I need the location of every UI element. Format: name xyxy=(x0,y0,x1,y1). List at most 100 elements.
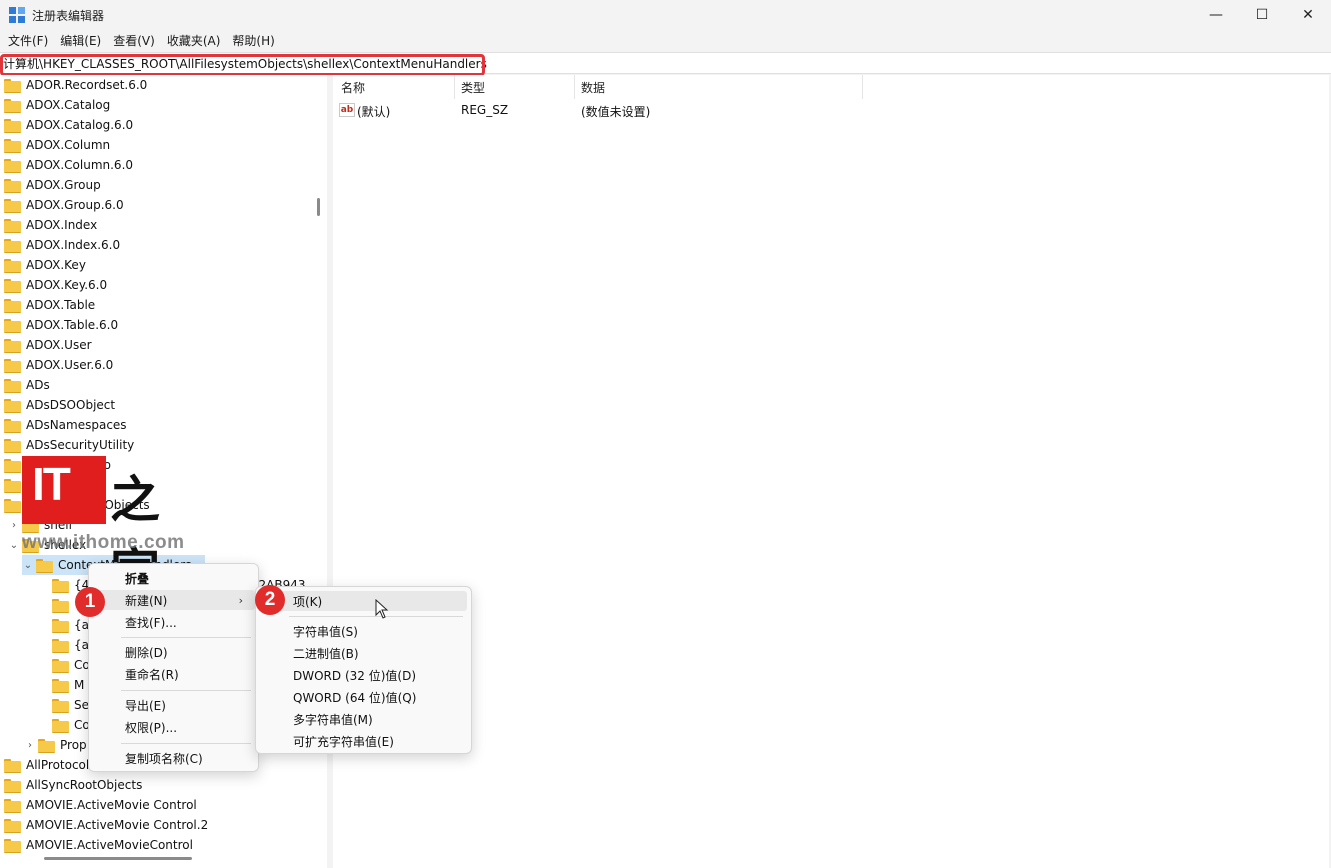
menu-item-export[interactable]: 导出(E) xyxy=(93,695,255,715)
close-button[interactable]: ✕ xyxy=(1285,0,1331,30)
tree-item-label: ADOX.Catalog xyxy=(26,98,111,112)
tree-item[interactable]: ADsNamespaces xyxy=(4,415,127,435)
value-type: REG_SZ xyxy=(461,103,509,117)
tree-item[interactable]: ADOX.Group.6.0 xyxy=(4,195,124,215)
folder-icon xyxy=(4,778,21,793)
menu-file[interactable]: 文件(F) xyxy=(2,31,54,51)
tree-item[interactable]: AMOVIE.ActiveMovieControl xyxy=(4,835,193,855)
tree-item[interactable]: ADOX.Key.6.0 xyxy=(4,275,107,295)
menu-item-permissions[interactable]: 权限(P)... xyxy=(93,717,255,737)
submenu-item-binary-value[interactable]: 二进制值(B) xyxy=(260,643,467,663)
menu-separator xyxy=(121,743,251,744)
tree-item[interactable]: ADOX.Table xyxy=(4,295,95,315)
tree-item[interactable]: Co xyxy=(52,715,90,735)
menu-separator xyxy=(121,637,251,638)
tree-item-label: ADOX.User xyxy=(26,338,92,352)
tree-item[interactable]: ADsDSOObject xyxy=(4,395,115,415)
tree-item[interactable]: ADOX.Index.6.0 xyxy=(4,235,120,255)
maximize-button[interactable]: ☐ xyxy=(1239,0,1285,30)
menu-item-copy-key-name[interactable]: 复制项名称(C) xyxy=(93,748,255,768)
tree-item[interactable]: ADsSecurityUtility xyxy=(4,435,134,455)
column-header-name[interactable]: 名称 xyxy=(341,79,365,96)
tree-item-label: ADOX.Table.6.0 xyxy=(26,318,119,332)
folder-icon xyxy=(36,558,53,573)
folder-icon xyxy=(4,238,21,253)
folder-icon xyxy=(4,358,21,373)
submenu-item-expandable-string-value[interactable]: 可扩充字符串值(E) xyxy=(260,731,467,751)
tree-horizontal-scroll-thumb[interactable] xyxy=(44,857,192,860)
tree-item[interactable]: ADOX.Column.6.0 xyxy=(4,155,133,175)
tree-item-label: ADOX.Column.6.0 xyxy=(26,158,134,172)
tree-item[interactable]: ADOX.Key xyxy=(4,255,86,275)
chevron-right-icon[interactable]: › xyxy=(24,740,36,751)
column-divider[interactable] xyxy=(454,75,455,99)
folder-icon xyxy=(4,138,21,153)
tree-item[interactable]: ADs xyxy=(4,375,50,395)
tree-item[interactable]: ADOX.Catalog.6.0 xyxy=(4,115,133,135)
folder-icon xyxy=(52,698,69,713)
tree-item[interactable]: ADOX.User.6.0 xyxy=(4,355,113,375)
submenu-item-string-value[interactable]: 字符串值(S) xyxy=(260,621,467,641)
column-header-type[interactable]: 类型 xyxy=(461,79,485,96)
tree-item[interactable]: ADOX.User xyxy=(4,335,92,355)
tree-item-label: ADOX.Group.6.0 xyxy=(26,198,124,212)
menu-view[interactable]: 查看(V) xyxy=(107,31,161,51)
submenu-item-key[interactable]: 项(K) xyxy=(260,591,467,611)
menu-help[interactable]: 帮助(H) xyxy=(226,31,280,51)
ithome-watermark: IT 之家 www.ithome.com xyxy=(22,456,192,601)
submenu-item-multi-string-value[interactable]: 多字符串值(M) xyxy=(260,709,467,729)
tree-item-label: ADsDSOObject xyxy=(26,398,116,412)
menu-favorites[interactable]: 收藏夹(A) xyxy=(161,31,227,51)
minimize-button[interactable]: — xyxy=(1193,0,1239,30)
tree-item[interactable]: ADOX.Group xyxy=(4,175,101,195)
tree-item[interactable]: {a xyxy=(52,615,89,635)
menu-item-collapse[interactable]: 折叠 xyxy=(93,568,255,588)
tree-item[interactable]: AMOVIE.ActiveMovie Control.2 xyxy=(4,815,208,835)
folder-icon xyxy=(52,658,69,673)
tree-item-label: {a xyxy=(74,638,89,652)
column-header-data[interactable]: 数据 xyxy=(581,79,605,96)
tree-item[interactable]: ADOX.Table.6.0 xyxy=(4,315,118,335)
chevron-right-icon[interactable]: › xyxy=(8,520,20,531)
tree-item[interactable]: ADOX.Column xyxy=(4,135,110,155)
tree-item[interactable]: ADOX.Index xyxy=(4,215,97,235)
folder-icon xyxy=(4,118,21,133)
column-divider[interactable] xyxy=(574,75,575,99)
tree-item[interactable]: AMOVIE.ActiveMovie Control xyxy=(4,795,197,815)
tree-item[interactable]: M xyxy=(52,675,84,695)
menu-item-delete[interactable]: 删除(D) xyxy=(93,642,255,662)
folder-icon xyxy=(52,598,69,613)
tree-item[interactable]: AllProtocols xyxy=(4,755,96,775)
menu-bar: 文件(F) 编辑(E) 查看(V) 收藏夹(A) 帮助(H) xyxy=(0,30,1331,52)
table-row[interactable]: ab (默认) REG_SZ (数值未设置) xyxy=(333,99,1329,121)
menu-item-new[interactable]: 新建(N) › xyxy=(93,590,255,610)
tree-vertical-scroll-thumb[interactable] xyxy=(317,198,320,216)
column-divider[interactable] xyxy=(862,75,863,99)
tree-item[interactable]: ADOR.Recordset.6.0 xyxy=(4,75,147,95)
folder-icon xyxy=(4,438,21,453)
menu-edit[interactable]: 编辑(E) xyxy=(54,31,107,51)
tree-item[interactable]: ADOX.Catalog xyxy=(4,95,110,115)
address-bar[interactable]: 计算机\HKEY_CLASSES_ROOT\AllFilesystemObjec… xyxy=(0,52,1331,76)
tree-item[interactable]: Co xyxy=(52,655,90,675)
menu-item-find[interactable]: 查找(F)... xyxy=(93,612,255,632)
chevron-down-icon[interactable]: ⌄ xyxy=(8,540,20,551)
submenu-item-dword-value[interactable]: DWORD (32 位)值(D) xyxy=(260,665,467,685)
folder-icon xyxy=(4,318,21,333)
folder-icon xyxy=(4,218,21,233)
tree-item-label: ADOX.Key.6.0 xyxy=(26,278,108,292)
folder-icon xyxy=(4,158,21,173)
submenu-item-qword-value[interactable]: QWORD (64 位)值(Q) xyxy=(260,687,467,707)
tree-item-prop[interactable]: › Prop xyxy=(24,735,87,755)
address-highlight-box xyxy=(0,54,485,76)
tree-item[interactable]: Se xyxy=(52,695,89,715)
tree-item[interactable]: {a xyxy=(52,635,89,655)
values-list-pane[interactable]: 名称 类型 数据 ab (默认) REG_SZ (数值未设置) xyxy=(333,75,1329,868)
menu-item-rename[interactable]: 重命名(R) xyxy=(93,664,255,684)
tree-item[interactable]: AllSyncRootObjects xyxy=(4,775,142,795)
folder-icon xyxy=(52,618,69,633)
tree-horizontal-scrollbar[interactable] xyxy=(0,853,327,868)
chevron-down-icon[interactable]: ⌄ xyxy=(22,560,34,571)
folder-icon xyxy=(4,258,21,273)
list-header: 名称 类型 数据 xyxy=(333,75,1329,99)
